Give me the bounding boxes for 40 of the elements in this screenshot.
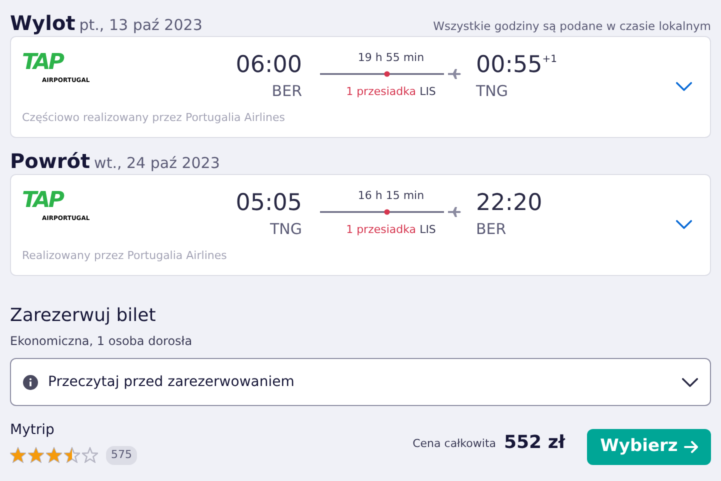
leg-date: wt., 24 paź 2023 xyxy=(94,153,220,174)
operator-note: Realizowany przez Portugalia Airlines xyxy=(22,248,228,264)
arrival-time: 22:20 xyxy=(476,190,542,216)
provider-name: Mytrip xyxy=(10,421,56,440)
leg-title: Wylot xyxy=(10,10,76,37)
airline-logo: TAP xyxy=(22,52,62,74)
leg-date: pt., 13 paź 2023 xyxy=(79,15,202,36)
star-icon xyxy=(64,447,80,464)
info-accordion[interactable]: Przeczytaj przed zarezerwowaniem xyxy=(10,358,711,406)
star-icon xyxy=(10,447,26,464)
arrival-time: 00:55 xyxy=(476,52,542,78)
route-line-icon xyxy=(320,68,462,80)
route-line-icon xyxy=(320,206,462,218)
chevron-icon[interactable] xyxy=(682,378,698,386)
star-icon xyxy=(28,447,44,464)
star-icon xyxy=(82,447,98,464)
arrival-airport: BER xyxy=(476,219,506,240)
flight-duration: 16 h 15 min xyxy=(358,188,424,204)
booking-title: Zarezerwuj bilet xyxy=(10,304,157,328)
total-price: 552 zł xyxy=(504,430,565,454)
departure-time: 05:05 xyxy=(236,190,302,216)
flight-duration: 19 h 55 min xyxy=(358,50,424,66)
day-offset: +1 xyxy=(542,53,558,67)
departure-time: 06:00 xyxy=(236,52,302,78)
info-icon xyxy=(23,374,38,390)
arrow-right-icon xyxy=(684,440,698,452)
airline-logo: TAP xyxy=(22,190,62,212)
info-label: Przeczytaj przed zarezerwowaniem xyxy=(48,372,296,392)
operator-note: Częściowo realizowany przez Portugalia Airlines xyxy=(22,110,286,126)
price-label: Cena całkowita xyxy=(412,436,496,452)
star-icon xyxy=(46,447,62,464)
arrival-airport: TNG xyxy=(476,81,508,102)
leg-title: Powrót xyxy=(10,148,90,175)
fare-summary: Ekonomiczna, 1 osoba dorosła xyxy=(10,333,194,350)
departure-airport: TNG xyxy=(270,219,302,240)
departure-airport: BER xyxy=(272,81,302,102)
stops-info: 1 przesiadka LIS xyxy=(346,84,436,100)
timezone-notice: Wszystkie godziny są podane w czasie lokalnym xyxy=(433,18,711,35)
stops-info: 1 przesiadka LIS xyxy=(346,222,436,238)
review-count: 575 xyxy=(106,446,137,464)
